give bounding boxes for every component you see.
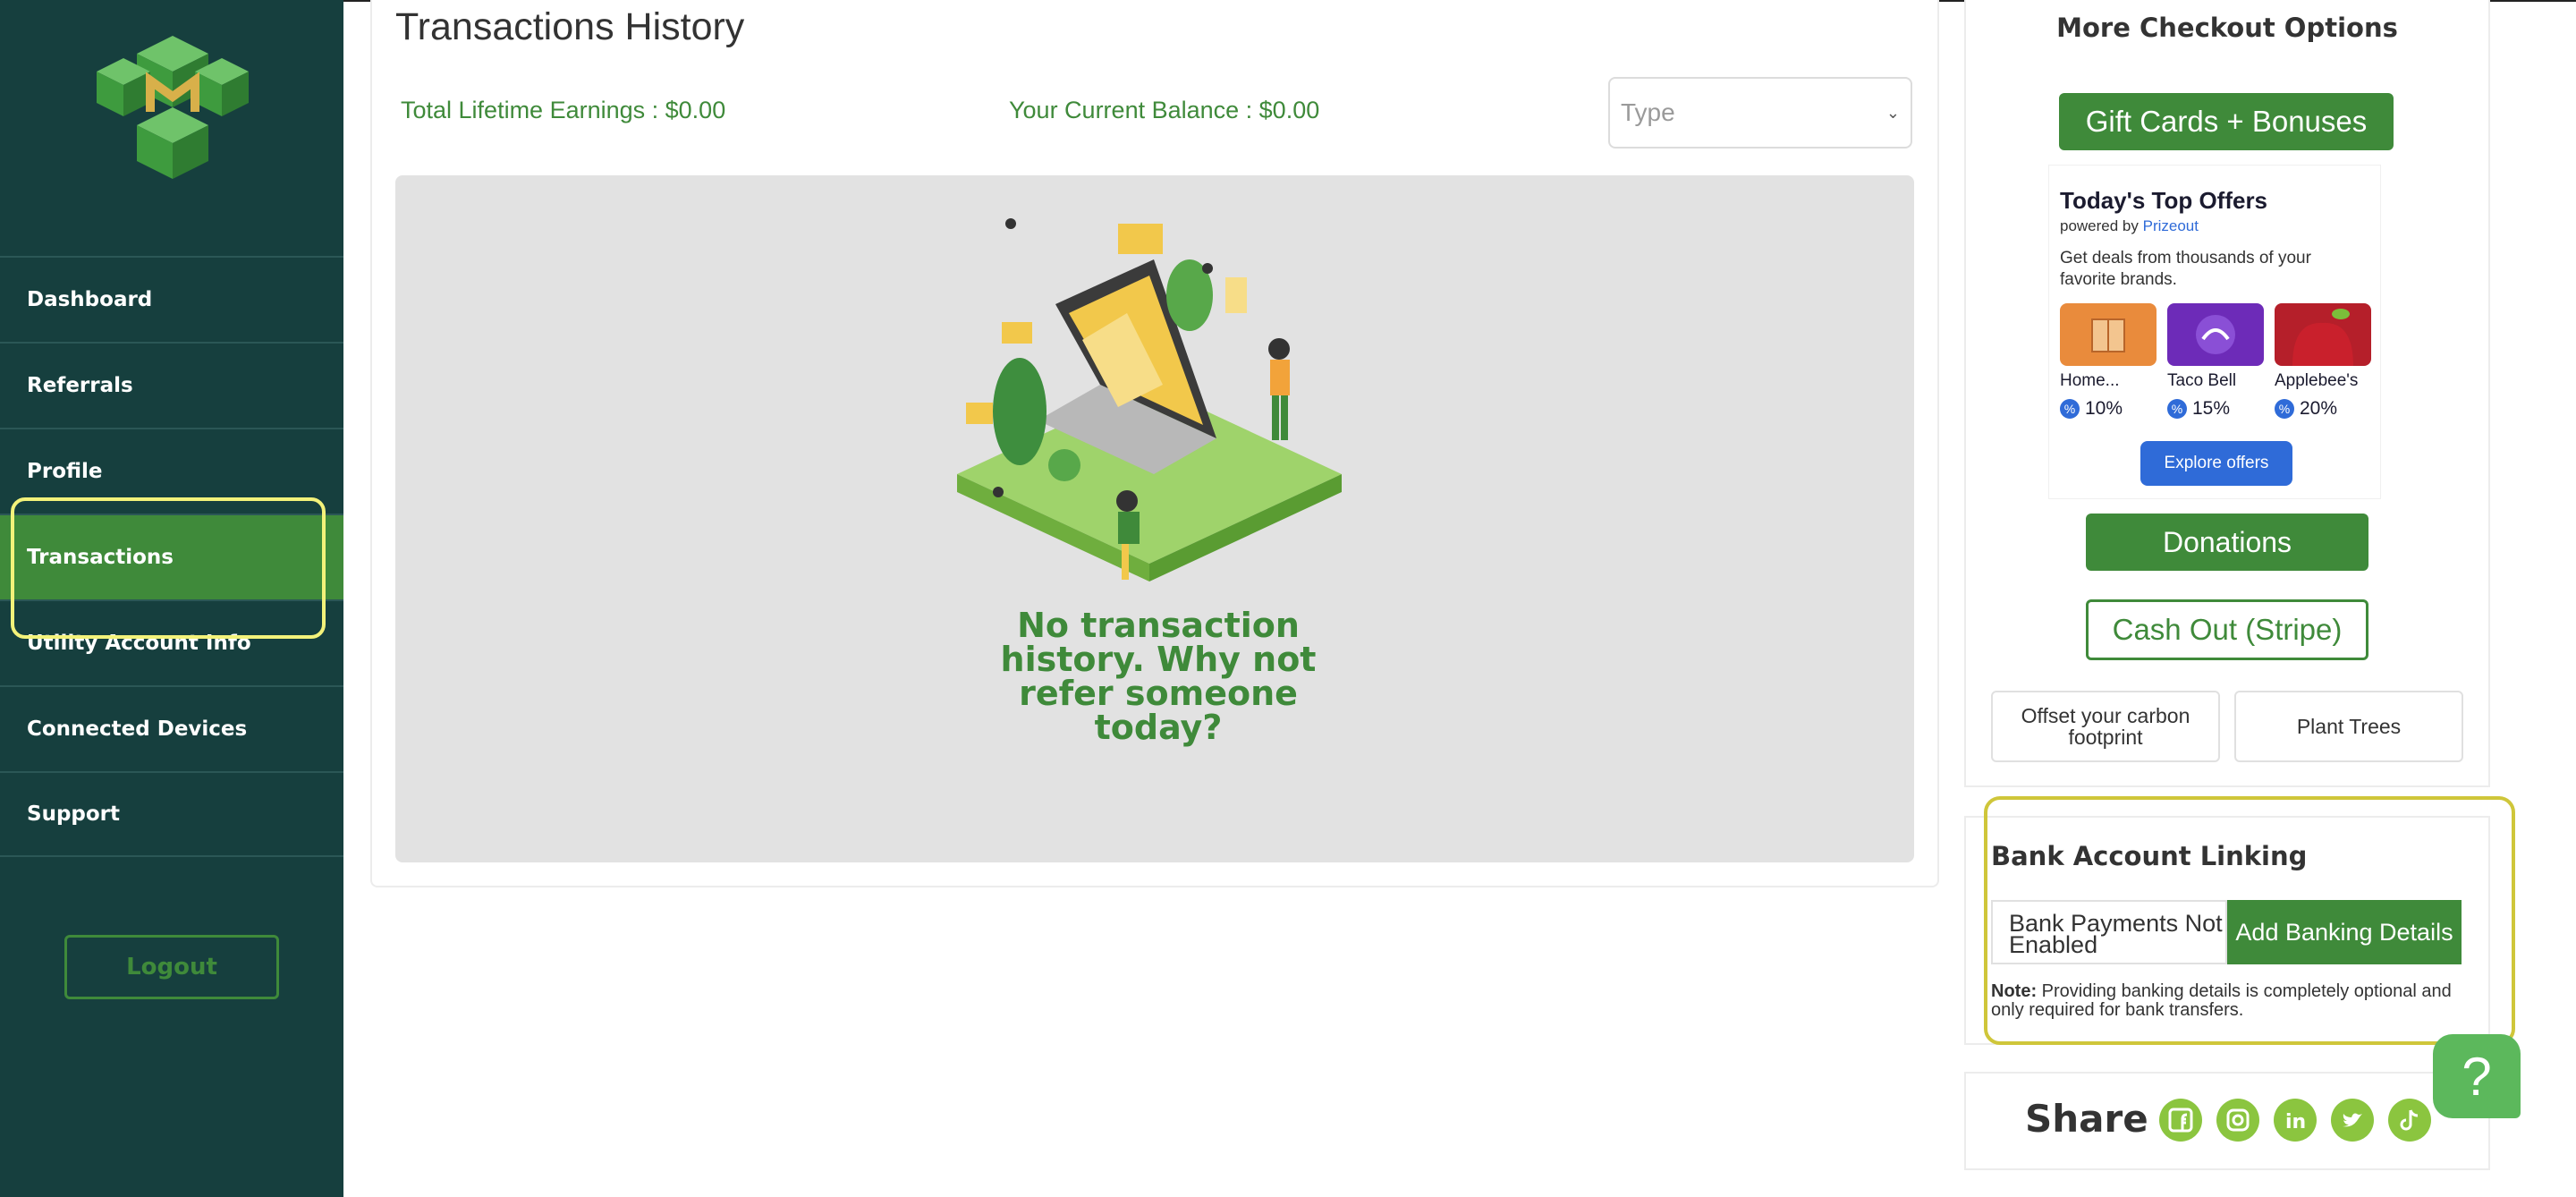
- brand-name: Applebee's: [2275, 371, 2359, 390]
- help-button[interactable]: ?: [2433, 1034, 2521, 1118]
- prizeout-offers-widget: Today's Top Offers powered by Prizeout G…: [2048, 165, 2381, 499]
- linkedin-icon[interactable]: in: [2274, 1099, 2317, 1142]
- facebook-icon[interactable]: [2159, 1099, 2202, 1142]
- percent-badge-icon: %: [2275, 399, 2294, 419]
- brand-discount-value: 20%: [2300, 398, 2338, 419]
- percent-badge-icon: %: [2167, 399, 2187, 419]
- current-balance: Your Current Balance : $0.00: [1009, 97, 1320, 123]
- brand-card-applebees[interactable]: [2275, 303, 2371, 366]
- instagram-icon[interactable]: [2216, 1099, 2259, 1142]
- lifetime-earnings: Total Lifetime Earnings : $0.00: [401, 97, 726, 123]
- taco-bell-logo-icon: [2196, 315, 2235, 354]
- prizeout-link[interactable]: Prizeout: [2143, 217, 2199, 234]
- donations-button[interactable]: Donations: [2086, 514, 2368, 571]
- share-label: Share: [2025, 1097, 2148, 1141]
- offers-powered-by: powered by Prizeout: [2060, 217, 2199, 235]
- sidebar-item-connected-devices[interactable]: Connected Devices: [0, 685, 343, 771]
- offers-heading: Today's Top Offers: [2060, 187, 2268, 214]
- empty-state-illustration: [957, 218, 1342, 582]
- plant-trees-button[interactable]: Plant Trees: [2234, 691, 2463, 762]
- bank-note-label: Note:: [1991, 981, 2038, 1001]
- type-select[interactable]: Type ⌄: [1608, 77, 1912, 149]
- applebees-logo-icon: [2292, 309, 2353, 366]
- brand-discount-value: 10%: [2085, 398, 2123, 419]
- percent-badge-icon: %: [2060, 399, 2080, 419]
- gift-cards-button[interactable]: Gift Cards + Bonuses: [2059, 93, 2394, 150]
- brand-discount-value: 15%: [2192, 398, 2231, 419]
- sidebar-item-referrals[interactable]: Referrals: [0, 342, 343, 428]
- sidebar: Dashboard Referrals Profile Transactions…: [0, 0, 343, 1197]
- logo: [97, 36, 249, 179]
- offset-carbon-button[interactable]: Offset your carbon footprint: [1991, 691, 2220, 762]
- checkout-title: More Checkout Options: [2056, 13, 2398, 43]
- add-banking-details-button[interactable]: Add Banking Details: [2227, 900, 2462, 964]
- twitter-icon[interactable]: [2331, 1099, 2374, 1142]
- tiktok-icon[interactable]: [2388, 1099, 2431, 1142]
- brand-name: Home...: [2060, 371, 2120, 390]
- brand-card-taco-bell[interactable]: [2167, 303, 2264, 366]
- sidebar-item-support[interactable]: Support: [0, 771, 343, 857]
- type-select-value: Type: [1621, 98, 1675, 126]
- logout-button[interactable]: Logout: [64, 935, 279, 999]
- brand-name: Taco Bell: [2167, 371, 2237, 390]
- bank-status-box: Bank Payments Not Enabled: [1991, 900, 2227, 964]
- brand-discount: % 10%: [2060, 398, 2123, 420]
- bank-account-title: Bank Account Linking: [1991, 841, 2308, 871]
- brand-card-home[interactable]: [2060, 303, 2157, 366]
- brand-discount: % 20%: [2275, 398, 2337, 420]
- gift-box-icon: [2091, 318, 2125, 352]
- empty-state-message: No transaction history. Why not refer so…: [1000, 606, 1317, 747]
- brand-discount: % 15%: [2167, 398, 2230, 420]
- bank-note: Note: Providing banking details is compl…: [1991, 982, 2478, 1020]
- sidebar-item-dashboard[interactable]: Dashboard: [0, 256, 343, 342]
- bank-note-text: Providing banking details is completely …: [1991, 981, 2452, 1020]
- chevron-down-icon: ⌄: [1885, 103, 1900, 122]
- powered-by-text: powered by: [2060, 217, 2139, 234]
- explore-offers-button[interactable]: Explore offers: [2140, 441, 2292, 486]
- cash-out-stripe-button[interactable]: Cash Out (Stripe): [2086, 599, 2368, 660]
- offers-description: Get deals from thousands of your favorit…: [2060, 249, 2311, 289]
- svg-text:in: in: [2285, 1111, 2306, 1133]
- highlight-box: [11, 497, 326, 639]
- page-title: Transactions History: [395, 5, 745, 48]
